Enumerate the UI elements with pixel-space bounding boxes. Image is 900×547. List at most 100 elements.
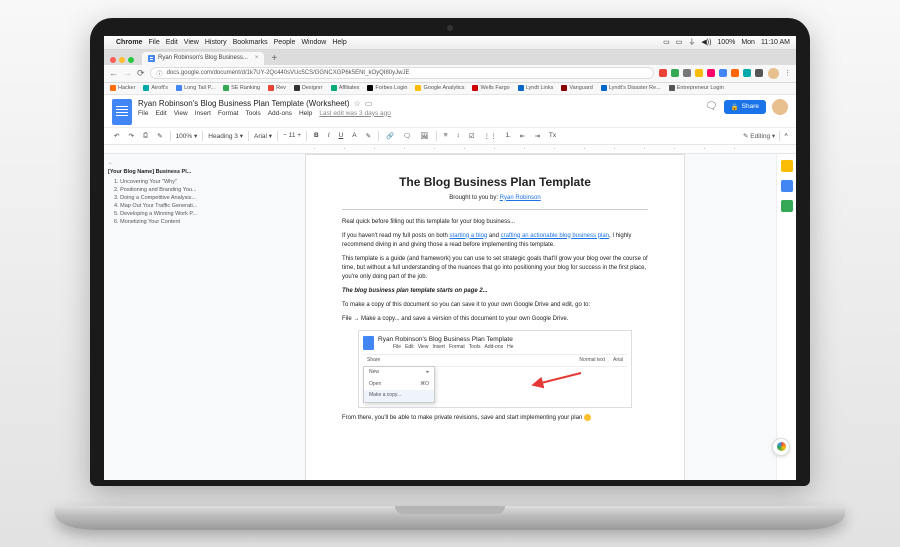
menubar-item[interactable]: Help xyxy=(332,39,346,46)
clear-format-button[interactable]: Tx xyxy=(547,132,558,139)
extension-icon[interactable] xyxy=(743,69,751,77)
menubar-item[interactable]: Bookmarks xyxy=(233,39,268,46)
highlight-button[interactable]: ✎ xyxy=(364,132,373,140)
undo-button[interactable]: ↶ xyxy=(112,132,121,140)
extension-icon[interactable] xyxy=(671,69,679,77)
menubar-item[interactable]: People xyxy=(274,39,296,46)
chrome-menu-icon[interactable]: ⋮ xyxy=(784,69,791,77)
menubar-item[interactable]: View xyxy=(184,39,199,46)
bullets-button[interactable]: ⋮⋮ xyxy=(482,132,499,140)
side-panel-app-icon[interactable] xyxy=(781,180,793,192)
byline-link[interactable]: Ryan Robinson xyxy=(500,195,541,201)
explore-button[interactable] xyxy=(772,438,790,456)
url-bar[interactable]: ⓘ docs.google.com/document/d/1k7UY-2Qc44… xyxy=(150,67,654,79)
folder-icon[interactable]: ▭ xyxy=(365,99,373,108)
battery-icon[interactable]: ▭ xyxy=(676,38,683,46)
font-select[interactable]: Arial ▾ xyxy=(254,132,272,140)
bookmark-item[interactable]: Google Analytics xyxy=(415,85,464,91)
chrome-profile-avatar[interactable] xyxy=(768,68,779,79)
bookmark-item[interactable]: Vanguard xyxy=(561,85,592,91)
bookmark-item[interactable]: Wells Fargo xyxy=(472,85,509,91)
extension-icon[interactable] xyxy=(755,69,763,77)
paint-format-button[interactable]: ✎ xyxy=(155,132,164,140)
reload-button[interactable]: ⟳ xyxy=(137,68,145,79)
outline-doc-title[interactable]: [Your Blog Name] Business Pl... xyxy=(108,169,210,175)
forward-button[interactable]: → xyxy=(123,68,132,79)
outline-item[interactable]: 4. Map Out Your Traffic Generati... xyxy=(108,202,210,210)
volume-icon[interactable]: ◀)) xyxy=(701,38,711,46)
browser-tab[interactable]: Ryan Robinson's Blog Business... × xyxy=(142,52,264,65)
maximize-window-icon[interactable] xyxy=(128,57,134,63)
outline-item[interactable]: 3. Doing a Competitive Analysis... xyxy=(108,194,210,202)
share-button[interactable]: 🔒 Share xyxy=(724,100,766,114)
extension-icon[interactable] xyxy=(707,69,715,77)
docs-logo-icon[interactable] xyxy=(112,99,132,125)
menubar-app[interactable]: Chrome xyxy=(116,39,142,46)
close-window-icon[interactable] xyxy=(110,57,116,63)
close-tab-icon[interactable]: × xyxy=(255,55,259,61)
menu-insert[interactable]: Insert xyxy=(195,110,211,117)
numbered-button[interactable]: 1. xyxy=(504,132,513,139)
bookmark-item[interactable]: Entrepreneur Login xyxy=(669,85,724,91)
extension-icon[interactable] xyxy=(731,69,739,77)
indent-less-button[interactable]: ⇤ xyxy=(518,132,527,140)
bookmark-item[interactable]: Rev xyxy=(268,85,286,91)
expand-toolbar-button[interactable]: ˄ xyxy=(784,132,788,139)
menu-addons[interactable]: Add-ons xyxy=(268,110,292,117)
document-title[interactable]: Ryan Robinson's Blog Business Plan Templ… xyxy=(138,99,350,108)
extension-icon[interactable] xyxy=(695,69,703,77)
bookmark-item[interactable]: Affiliates xyxy=(331,85,360,91)
print-button[interactable]: ⎙ xyxy=(141,132,150,140)
back-button[interactable]: ← xyxy=(109,68,118,79)
zoom-select[interactable]: 100% ▾ xyxy=(176,132,198,140)
insert-comment-button[interactable]: 🗨 xyxy=(401,132,413,140)
bookmark-item[interactable]: Designrr xyxy=(294,85,323,91)
new-tab-button[interactable]: + xyxy=(271,53,277,64)
ruler[interactable] xyxy=(104,145,796,154)
insert-image-button[interactable]: 🖼 xyxy=(418,132,430,140)
body-link[interactable]: starting a blog xyxy=(450,233,488,239)
checklist-button[interactable]: ☑ xyxy=(467,132,477,140)
outline-item[interactable]: 5. Developing a Winning Work P... xyxy=(108,210,210,218)
extension-icon[interactable] xyxy=(683,69,691,77)
airplay-icon[interactable]: ▭ xyxy=(663,38,670,46)
site-info-icon[interactable]: ⓘ xyxy=(157,69,163,78)
bookmark-item[interactable]: Lyndt's Disaster Re... xyxy=(601,85,661,91)
menubar-item[interactable]: Window xyxy=(301,39,326,46)
minimize-window-icon[interactable] xyxy=(119,57,125,63)
align-button[interactable]: ≡ xyxy=(442,132,450,139)
menubar-item[interactable]: History xyxy=(205,39,227,46)
indent-more-button[interactable]: ⇥ xyxy=(532,132,541,140)
bookmark-item[interactable]: Forbes Login xyxy=(367,85,407,91)
comment-history-icon[interactable]: 🗨 xyxy=(705,101,718,112)
font-size-select[interactable]: − 11 + xyxy=(283,132,301,139)
menu-edit[interactable]: Edit xyxy=(155,110,166,117)
bold-button[interactable]: B xyxy=(312,132,321,139)
menu-view[interactable]: View xyxy=(174,110,188,117)
bookmark-item[interactable]: Long Tail P... xyxy=(176,85,215,91)
outline-item[interactable]: 2. Positioning and Branding You... xyxy=(108,186,210,194)
menubar-item[interactable]: Edit xyxy=(166,39,178,46)
italic-button[interactable]: I xyxy=(326,132,332,139)
bookmark-item[interactable]: Airoft's xyxy=(143,85,168,91)
style-select[interactable]: Heading 3 ▾ xyxy=(208,132,243,140)
outline-item[interactable]: 1. Uncovering Your "Why" xyxy=(108,178,210,186)
menubar-item[interactable]: File xyxy=(148,39,159,46)
extension-icon[interactable] xyxy=(659,69,667,77)
document-page[interactable]: The Blog Business Plan Template Brought … xyxy=(305,154,685,480)
menu-help[interactable]: Help xyxy=(299,110,312,117)
account-avatar[interactable] xyxy=(772,99,788,115)
outline-item[interactable]: 6. Monetizing Your Content xyxy=(108,218,210,226)
last-edit-link[interactable]: Last edit was 3 days ago xyxy=(319,110,391,117)
side-panel-app-icon[interactable] xyxy=(781,160,793,172)
text-color-button[interactable]: A xyxy=(350,132,358,139)
wifi-icon[interactable]: ⏚ xyxy=(688,37,695,47)
extension-icon[interactable] xyxy=(719,69,727,77)
star-icon[interactable]: ☆ xyxy=(354,99,361,108)
body-link[interactable]: crafting an actionable blog business pla… xyxy=(501,233,609,239)
redo-button[interactable]: ↷ xyxy=(126,132,135,140)
menu-tools[interactable]: Tools xyxy=(246,110,261,117)
insert-link-button[interactable]: 🔗 xyxy=(384,132,396,140)
bookmark-item[interactable]: SE Ranking xyxy=(223,85,260,91)
menu-format[interactable]: Format xyxy=(218,110,239,117)
